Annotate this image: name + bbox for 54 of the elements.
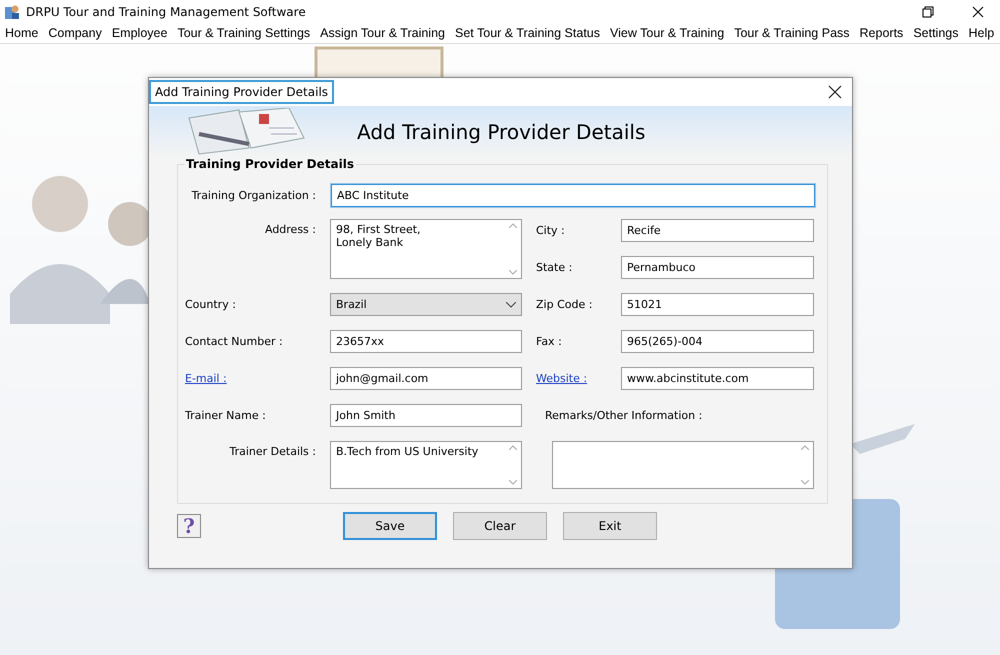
text-field[interactable]: john@gmail.com (330, 367, 522, 390)
menu-item[interactable]: Assign Tour & Training (315, 26, 450, 40)
clear-button[interactable]: Clear (453, 512, 547, 540)
menu-item[interactable]: Set Tour & Training Status (450, 26, 605, 40)
text-field[interactable]: Recife (621, 219, 814, 242)
menu-item[interactable]: Company (43, 26, 107, 40)
country-dropdown[interactable]: Brazil (330, 293, 522, 316)
app-icon (4, 4, 20, 20)
dialog-title: Add Training Provider Details (149, 80, 334, 104)
close-icon[interactable] (972, 6, 984, 18)
chevron-down-icon (506, 302, 516, 308)
field-label: Contact Number : (185, 335, 283, 348)
menu-item[interactable]: Reports (854, 26, 908, 40)
scroll-up-icon[interactable] (801, 445, 809, 450)
group-title: Training Provider Details (184, 157, 356, 171)
restore-icon[interactable] (922, 6, 934, 18)
scroll-down-icon[interactable] (509, 480, 517, 485)
scroll-down-icon[interactable] (801, 480, 809, 485)
close-icon[interactable] (828, 85, 842, 99)
scroll-up-icon[interactable] (509, 445, 517, 450)
field-label: Trainer Name : (185, 409, 266, 422)
field-label: Address : (264, 222, 316, 236)
field-label: Training Organization : (190, 189, 316, 202)
text-field[interactable]: www.abcinstitute.com (621, 367, 814, 390)
menu-item[interactable]: Tour & Training Pass (729, 26, 855, 40)
menu-item[interactable]: Tour & Training Settings (172, 26, 316, 40)
email-link[interactable]: E-mail : (185, 372, 227, 385)
field-label: Remarks/Other Information : (545, 409, 704, 422)
field-label: Trainer Details : (229, 444, 316, 458)
text-field[interactable]: 965(265)-004 (621, 330, 814, 353)
dialog-heading: Add Training Provider Details (357, 120, 646, 144)
field-label: State : (536, 261, 572, 274)
text-field[interactable]: John Smith (330, 404, 522, 427)
menu-item[interactable]: Settings (908, 26, 964, 40)
menu-item[interactable]: Home (0, 26, 44, 40)
menu-item[interactable]: View Tour & Training (605, 26, 730, 40)
menu-item[interactable]: Employee (106, 26, 172, 40)
scroll-up-icon[interactable] (509, 223, 517, 228)
text-field[interactable]: 23657xx (330, 330, 522, 353)
exit-button[interactable]: Exit (563, 512, 657, 540)
window-title: DRPU Tour and Training Management Software (26, 4, 307, 18)
text-field[interactable]: Pernambuco (621, 256, 814, 279)
field-label: Country : (185, 298, 236, 311)
help-button[interactable]: ? (177, 514, 201, 538)
website-link[interactable]: Website : (536, 372, 588, 385)
field-label: Fax : (536, 335, 562, 348)
menu-item[interactable]: Help (963, 26, 1000, 40)
save-button[interactable]: Save (343, 512, 437, 540)
text-field[interactable]: 51021 (621, 293, 814, 316)
remarks-text-area[interactable] (552, 441, 814, 489)
field-label: City : (536, 224, 565, 237)
field-label: Zip Code : (536, 298, 592, 311)
scroll-down-icon[interactable] (509, 270, 517, 275)
text-field[interactable]: ABC Institute (331, 184, 815, 207)
